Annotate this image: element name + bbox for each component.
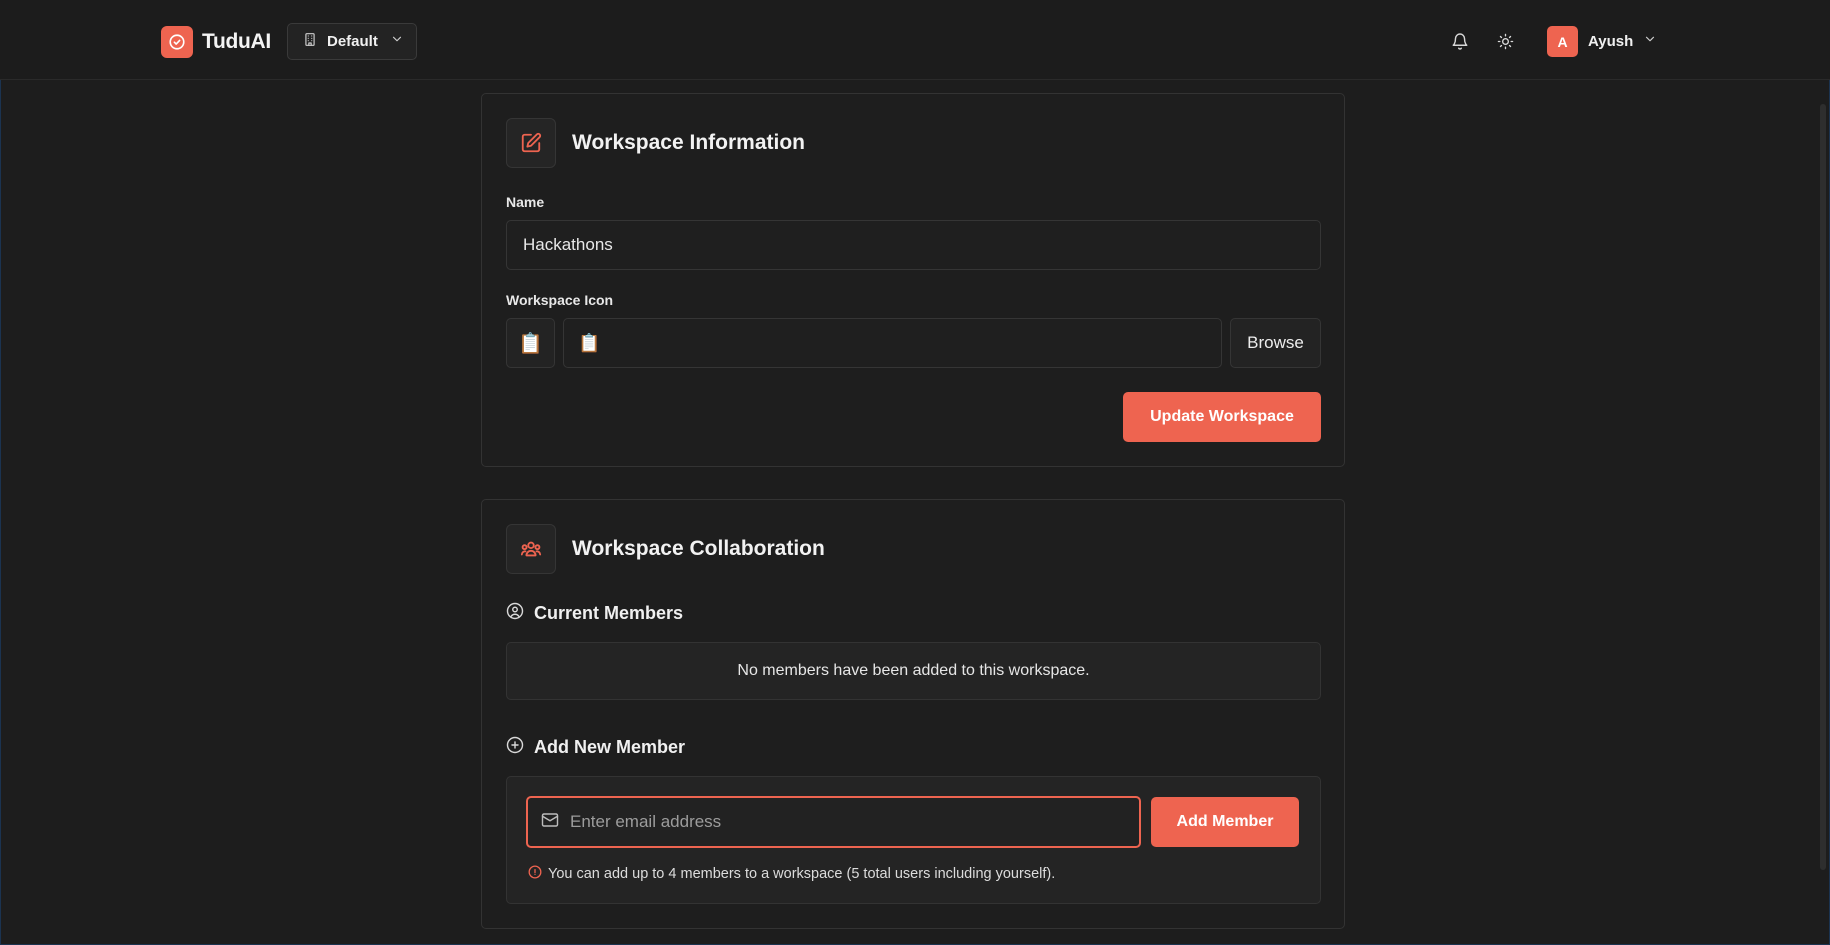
- user-circle-icon: [506, 602, 524, 625]
- hint-text: You can add up to 4 members to a workspa…: [548, 866, 1056, 882]
- member-limit-hint: You can add up to 4 members to a workspa…: [528, 865, 1055, 883]
- email-field[interactable]: Enter email address: [526, 796, 1141, 848]
- card-header: Workspace Information: [506, 118, 805, 168]
- workspace-selector-label: Default: [327, 33, 378, 50]
- building-icon: [303, 32, 317, 52]
- user-name: Ayush: [1588, 33, 1634, 50]
- card-header: Workspace Collaboration: [506, 524, 825, 574]
- mail-icon: [540, 811, 560, 834]
- update-workspace-button[interactable]: Update Workspace: [1123, 392, 1321, 442]
- add-member-heading: Add New Member: [506, 736, 685, 759]
- check-circle-icon: [161, 26, 193, 58]
- workspace-icon-value: 📋: [578, 332, 601, 353]
- info-icon: [528, 865, 542, 883]
- page-scrollbar[interactable]: [1820, 104, 1826, 870]
- workspace-name-value: Hackathons: [523, 235, 613, 254]
- email-placeholder: Enter email address: [570, 812, 722, 831]
- avatar: A: [1547, 26, 1578, 57]
- current-members-title: Current Members: [534, 603, 684, 623]
- workspace-icon-input[interactable]: 📋: [563, 318, 1222, 368]
- browse-button[interactable]: Browse: [1230, 318, 1321, 368]
- chevron-down-icon: [1643, 32, 1657, 51]
- chevron-down-icon: [390, 32, 404, 51]
- app-logo[interactable]: TuduAI: [161, 26, 271, 58]
- pencil-square-icon: [506, 118, 556, 168]
- app-name: TuduAI: [202, 30, 271, 53]
- bell-icon[interactable]: [1450, 31, 1470, 51]
- workspace-icon-label: Workspace Icon: [506, 292, 614, 308]
- members-empty-state: No members have been added to this works…: [506, 642, 1321, 700]
- sun-icon[interactable]: [1495, 31, 1515, 51]
- workspace-information-card: Workspace Information Name Hackathons Wo…: [481, 93, 1345, 467]
- current-members-heading: Current Members: [506, 602, 683, 625]
- top-header: TuduAI Default A Ayush: [0, 0, 1830, 80]
- users-icon: [506, 524, 556, 574]
- card-title: Workspace Information: [572, 131, 805, 154]
- clipboard-icon: 📋: [518, 332, 543, 355]
- add-member-form: Enter email address Add Member You can a…: [506, 776, 1321, 904]
- workspace-selector[interactable]: Default: [287, 23, 417, 60]
- card-title: Workspace Collaboration: [572, 537, 825, 560]
- user-menu[interactable]: A Ayush: [1547, 26, 1657, 57]
- empty-state-text: No members have been added to this works…: [737, 662, 1090, 679]
- name-label: Name: [506, 194, 545, 210]
- workspace-name-input[interactable]: Hackathons: [506, 220, 1321, 270]
- plus-circle-icon: [506, 736, 524, 759]
- workspace-collaboration-card: Workspace Collaboration Current Members …: [481, 499, 1345, 929]
- add-member-title: Add New Member: [534, 737, 686, 757]
- add-member-button[interactable]: Add Member: [1151, 797, 1299, 847]
- workspace-icon-preview: 📋: [506, 318, 555, 368]
